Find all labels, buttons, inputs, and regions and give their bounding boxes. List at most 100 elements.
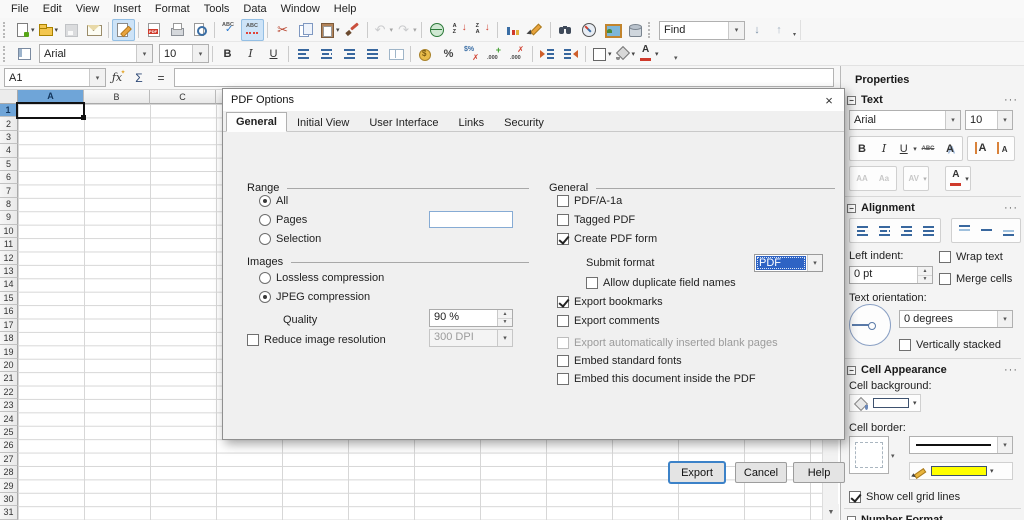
navigator-button[interactable] [577, 19, 600, 41]
left-indent-value[interactable]: 0 pt [850, 267, 917, 283]
quality-value[interactable]: 90 % [430, 310, 497, 326]
indent-spin-up[interactable]: ▲ [918, 267, 932, 276]
menu-edit[interactable]: Edit [36, 1, 69, 17]
vertically-stacked-checkbox-control[interactable] [899, 339, 911, 351]
export-comments-checkbox-control[interactable] [557, 315, 569, 327]
clone-formatting-button[interactable] [341, 19, 364, 41]
line-style-dropdown-arrow[interactable]: ▾ [997, 437, 1012, 453]
export-pdf-button[interactable] [142, 19, 165, 41]
name-box[interactable]: A1 ▾ [4, 68, 106, 87]
format-as-currency-button[interactable] [414, 43, 437, 65]
pdfa-checkbox[interactable]: PDF/A-1a [557, 194, 622, 208]
embed-fonts-checkbox-control[interactable] [557, 355, 569, 367]
allow-duplicates-checkbox[interactable]: Allow duplicate field names [586, 276, 736, 290]
menu-tools[interactable]: Tools [197, 1, 237, 17]
sidebar-font-name-dropdown-arrow[interactable]: ▾ [945, 111, 960, 129]
merge-cells-checkbox[interactable]: Merge cells [939, 272, 1012, 286]
cell-reference[interactable]: A1 [5, 72, 89, 84]
menu-window[interactable]: Window [274, 1, 327, 17]
toolbar-overflow-button[interactable] [660, 43, 683, 65]
row-header-2[interactable]: 2 [0, 117, 18, 130]
create-pdf-form-checkbox[interactable]: Create PDF form [557, 232, 657, 246]
borders-button[interactable]: ▾ [589, 43, 613, 65]
quality-spin-up[interactable]: ▲ [498, 310, 512, 319]
border-preset-dropdown-arrow[interactable]: ▾ [891, 452, 895, 460]
sort-descending-button[interactable] [471, 19, 494, 41]
gallery-button[interactable] [600, 19, 623, 41]
increase-indent-button[interactable] [536, 43, 559, 65]
radio-jpeg-control[interactable] [259, 291, 271, 303]
align-right-button[interactable] [895, 220, 917, 241]
row-header-9[interactable]: 9 [0, 211, 18, 224]
menu-data[interactable]: Data [236, 1, 273, 17]
decrease-indent-button[interactable] [559, 43, 582, 65]
sidebar-strikethrough-button[interactable] [917, 138, 939, 159]
italic-button[interactable] [239, 43, 262, 65]
paste-dropdown-arrow[interactable]: ▾ [336, 26, 340, 34]
row-header-31[interactable]: 31 [0, 506, 18, 519]
show-grid-lines-checkbox[interactable]: Show cell grid lines [849, 490, 960, 504]
background-color-button[interactable]: ▾ [613, 43, 637, 65]
cut-button[interactable] [271, 19, 294, 41]
close-icon[interactable]: × [814, 89, 844, 111]
font-size-dropdown-arrow[interactable]: ▾ [192, 45, 208, 62]
character-spacing-dropdown-arrow[interactable]: ▾ [923, 175, 927, 183]
align-center-button[interactable] [873, 220, 895, 241]
orientation-value[interactable]: 0 degrees [900, 313, 997, 325]
row-header-6[interactable]: 6 [0, 171, 18, 184]
tab-general[interactable]: General [226, 112, 287, 132]
quality-spin-down[interactable]: ▼ [498, 319, 512, 327]
cancel-button[interactable]: Cancel [735, 462, 787, 483]
orientation-dial[interactable] [849, 304, 891, 346]
name-box-dropdown-arrow[interactable]: ▾ [89, 69, 105, 86]
allow-duplicates-checkbox-control[interactable] [586, 277, 598, 289]
sidebar-font-size-value[interactable]: 10 [966, 114, 997, 126]
radio-pages[interactable]: Pages [259, 213, 307, 227]
toolbar-grip[interactable] [3, 22, 8, 38]
tab-user-interface[interactable]: User Interface [359, 113, 448, 132]
menu-insert[interactable]: Insert [106, 1, 148, 17]
sum-button[interactable] [128, 68, 150, 88]
collapse-icon[interactable]: − [847, 204, 856, 213]
help-button[interactable]: Help [793, 462, 845, 483]
lowercase-button[interactable] [873, 168, 895, 189]
find-next-button[interactable]: ↓ [747, 21, 767, 40]
new-document-dropdown-arrow[interactable]: ▾ [31, 26, 35, 34]
format-as-number-button[interactable] [460, 43, 483, 65]
align-bottom-button[interactable] [997, 220, 1019, 241]
edit-mode-button[interactable] [112, 19, 135, 41]
tagged-pdf-checkbox[interactable]: Tagged PDF [557, 213, 635, 227]
align-top-button[interactable] [953, 220, 975, 241]
undo-dropdown-arrow[interactable]: ▾ [390, 26, 394, 34]
row-header-24[interactable]: 24 [0, 412, 18, 425]
uppercase-button[interactable] [851, 168, 873, 189]
radio-pages-control[interactable] [259, 214, 271, 226]
find-input-value[interactable]: Find [660, 24, 728, 36]
sidebar-font-name-value[interactable]: Arial [850, 114, 945, 126]
save-button[interactable] [59, 19, 82, 41]
sidebar-font-size-dropdown-arrow[interactable]: ▾ [997, 111, 1012, 129]
font-name-value[interactable]: Arial [40, 48, 136, 60]
open-button[interactable]: ▾ [36, 19, 60, 41]
row-header-27[interactable]: 27 [0, 453, 18, 466]
send-email-button[interactable] [82, 19, 105, 41]
reduce-resolution-checkbox-control[interactable] [247, 334, 259, 346]
sidebar-font-color-button[interactable]: ▾ [947, 168, 969, 189]
indent-spin-down[interactable]: ▼ [918, 276, 932, 284]
show-grid-lines-checkbox-control[interactable] [849, 491, 861, 503]
row-header-25[interactable]: 25 [0, 426, 18, 439]
align-left-button[interactable] [851, 220, 873, 241]
show-draw-functions-button[interactable] [524, 19, 547, 41]
submit-format-value[interactable]: PDF [756, 256, 806, 270]
more-options-icon[interactable]: ··· [1004, 364, 1018, 376]
vertically-stacked-checkbox[interactable]: Vertically stacked [899, 338, 1001, 352]
align-justified-button[interactable] [361, 43, 384, 65]
borders-dropdown-arrow[interactable]: ▾ [608, 50, 612, 58]
align-right-button[interactable] [338, 43, 361, 65]
row-header-18[interactable]: 18 [0, 332, 18, 345]
align-center-button[interactable] [315, 43, 338, 65]
row-header-16[interactable]: 16 [0, 305, 18, 318]
row-header-21[interactable]: 21 [0, 372, 18, 385]
row-header-3[interactable]: 3 [0, 131, 18, 144]
collapse-icon[interactable]: − [847, 366, 856, 375]
